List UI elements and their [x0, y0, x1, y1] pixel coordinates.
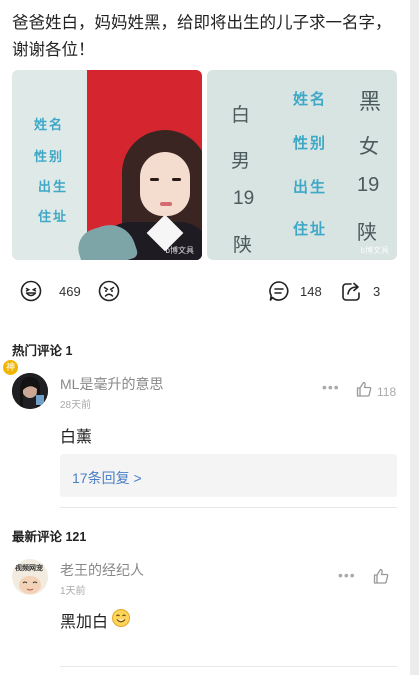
- id-field-address: 住址: [38, 209, 69, 224]
- id-value-birth: 19: [357, 174, 380, 196]
- comment-time: 28天前: [60, 400, 92, 411]
- comment-username[interactable]: ML是毫升的意思: [60, 374, 163, 394]
- laugh-reaction-button[interactable]: 469: [20, 278, 81, 304]
- id-field-name: 姓名: [34, 117, 65, 132]
- id-value-address: 陕: [357, 222, 377, 244]
- comment-bubble-icon: [268, 280, 290, 302]
- id-value-gender: 女: [359, 136, 379, 158]
- comment-username[interactable]: 老王的经纪人: [60, 560, 144, 580]
- id-partial-char: 男: [231, 151, 251, 172]
- like-button[interactable]: 118: [356, 381, 396, 402]
- watermark: b博文具: [360, 246, 389, 255]
- comment-item: 视频网宠 老王的经纪人 1天前 ••• 黑加白: [0, 556, 410, 666]
- reply-box[interactable]: 17条回复 >: [60, 454, 397, 497]
- avatar[interactable]: 视频网宠: [12, 559, 48, 595]
- id-field-gender: 性别: [293, 135, 328, 152]
- more-options-icon[interactable]: •••: [338, 567, 356, 583]
- smile-emoji-icon: [111, 608, 131, 633]
- id-partial-char: 白: [231, 105, 251, 126]
- like-count: 118: [377, 384, 397, 399]
- angry-face-icon: [98, 280, 120, 302]
- id-partial-char: 陕: [233, 235, 253, 256]
- dislike-reaction-button[interactable]: [98, 278, 120, 304]
- god-comment-badge: 神: [3, 360, 18, 375]
- comment-button[interactable]: 148: [268, 278, 322, 304]
- comment-text: 黑加白: [60, 614, 109, 631]
- comment-time: 1天前: [60, 586, 86, 597]
- divider: [60, 507, 397, 508]
- post-action-bar: 469 148 3: [0, 278, 410, 304]
- comment-count: 148: [300, 283, 322, 299]
- portrait-face: [140, 152, 190, 216]
- laugh-count: 469: [59, 283, 81, 299]
- laugh-face-icon: [20, 280, 42, 302]
- thumbs-up-icon: [356, 381, 372, 402]
- post-title: 爸爸姓白，妈妈姓黑，给即将出生的儿子求一名字，谢谢各位！: [12, 14, 392, 59]
- post-image-left[interactable]: 姓名 性别 出生 住址 b博文具: [12, 70, 202, 260]
- thumbs-up-icon: [373, 568, 389, 589]
- hot-comments-header: 热门评论 1: [12, 344, 73, 358]
- id-field-address: 住址: [293, 221, 328, 238]
- divider: [60, 666, 397, 667]
- id-field-birth: 出生: [293, 179, 328, 196]
- id-partial-char: 19: [233, 188, 255, 209]
- more-options-icon[interactable]: •••: [322, 379, 340, 395]
- id-value-name: 黑: [359, 89, 382, 114]
- watermark: b博文具: [165, 246, 194, 255]
- view-replies-link[interactable]: 17条回复 >: [72, 468, 142, 488]
- post-page: 爸爸姓白，妈妈姓黑，给即将出生的儿子求一名字，谢谢各位！ 姓名 性别 出生 住址…: [0, 0, 410, 675]
- like-button[interactable]: [373, 568, 389, 589]
- portrait-lips: [160, 202, 172, 206]
- share-count: 3: [373, 283, 381, 299]
- id-field-birth: 出生: [38, 179, 69, 194]
- share-button[interactable]: 3: [341, 278, 380, 304]
- portrait-eye-left: [150, 178, 159, 181]
- scrollbar-track[interactable]: [410, 0, 419, 675]
- share-arrow-icon: [341, 280, 363, 302]
- comment-text: 白薰: [60, 429, 93, 446]
- id-field-name: 姓名: [293, 91, 328, 108]
- post-image-right[interactable]: 白 男 19 陕 姓名 性别 出生 住址 黑 女 19 陕 b博文具: [207, 70, 397, 260]
- portrait-eye-right: [172, 178, 181, 181]
- new-comments-header: 最新评论 121: [12, 530, 87, 544]
- comment-item: 神 ML是毫升的意思 28天前 ••• 118 白薰 17条回复 >: [0, 360, 410, 510]
- id-field-gender: 性别: [34, 149, 65, 164]
- avatar[interactable]: [12, 373, 48, 409]
